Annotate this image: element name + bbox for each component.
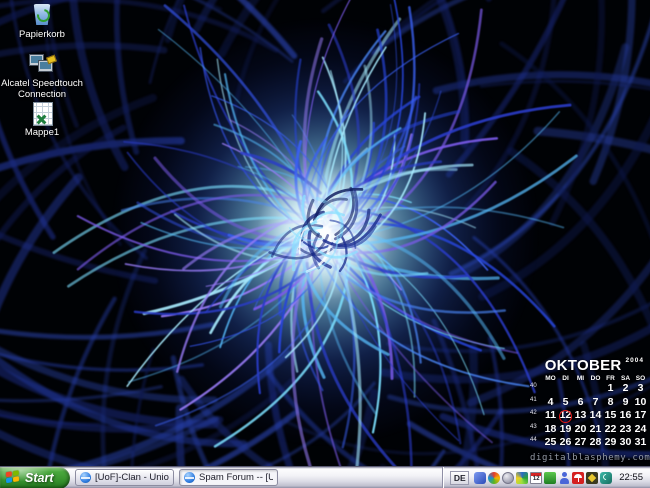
calendar-week-row: 41 4 5 6 7 8 9 10 [530,396,650,410]
calendar-week-row: 42 11 12 13 14 15 16 17 [530,409,650,423]
recycle-bin-icon [27,3,57,28]
color-settings-icon[interactable] [488,472,500,484]
week-number: 41 [530,396,543,404]
wallpaper-calendar: OKTOBER 2004 MO DI MI DO FR SA SO 40 1 2 … [530,357,650,463]
tray-clock[interactable]: 22:55 [619,472,646,483]
msn-person-icon[interactable] [558,472,570,484]
calendar-highlighted-day: 12 [558,409,573,423]
tray-calendar-icon[interactable]: 12 [530,472,542,484]
calendar-title: OKTOBER 2004 [530,357,650,375]
display-settings-icon[interactable] [516,472,528,484]
desktop-icon-label: Mappe1 [0,128,84,139]
power-meter-icon[interactable] [502,472,514,484]
red-circle-annotation [559,410,572,423]
desktop-icon-label: Alcatel Speedtouch Connection [0,79,84,100]
calendar-week-row: 40 1 2 3 [530,382,650,396]
desktop-icon-excel-workbook[interactable]: Mappe1 [0,101,84,139]
task-label: [UoF]-Clan - Union of... [95,472,169,483]
internet-explorer-icon [80,472,91,483]
calendar-day-headers: MO DI MI DO FR SA SO [530,375,650,382]
desktop: Papierkorb Alcatel Speedtouch Connection… [0,0,650,488]
start-button[interactable]: Start [0,467,70,488]
taskbar-task-uof-clan[interactable]: [UoF]-Clan - Union of... [75,469,174,486]
system-tray: DE 12 22:55 [442,467,650,488]
internet-explorer-icon [184,472,195,483]
desktop-icon-recycle-bin[interactable]: Papierkorb [0,3,84,41]
week-number: 43 [530,423,543,431]
disc-burner-icon[interactable] [586,472,598,484]
start-button-label: Start [25,471,53,485]
dialup-connection-icon [27,52,57,77]
desktop-icon-dialup-connection[interactable]: Alcatel Speedtouch Connection [0,52,84,100]
desktop-icon-label: Papierkorb [0,30,84,41]
language-indicator[interactable]: DE [450,471,469,485]
excel-workbook-icon [27,101,57,126]
speedtouch-modem-icon[interactable] [600,472,612,484]
calendar-month: OKTOBER [545,357,622,374]
taskbar-task-spam-forum[interactable]: Spam Forum -- [UoF]-... [179,469,278,486]
calendar-year: 2004 [626,357,644,364]
wallpaper-credit: digitalblasphemy.com [530,453,650,463]
calendar-week-row: 44 25 26 27 28 29 30 31 [530,436,650,450]
task-label: Spam Forum -- [UoF]-... [199,472,273,483]
calendar-week-row: 43 18 19 20 21 22 23 24 [530,423,650,437]
week-number: 44 [530,436,543,444]
network-icon[interactable] [544,472,556,484]
taskbar: Start [UoF]-Clan - Union of... Spam Foru… [0,466,650,488]
week-number: 42 [530,409,543,417]
week-number: 40 [530,382,543,390]
windows-flag-icon [6,470,21,485]
antivir-umbrella-icon[interactable] [572,472,584,484]
messenger-icon[interactable] [474,472,486,484]
